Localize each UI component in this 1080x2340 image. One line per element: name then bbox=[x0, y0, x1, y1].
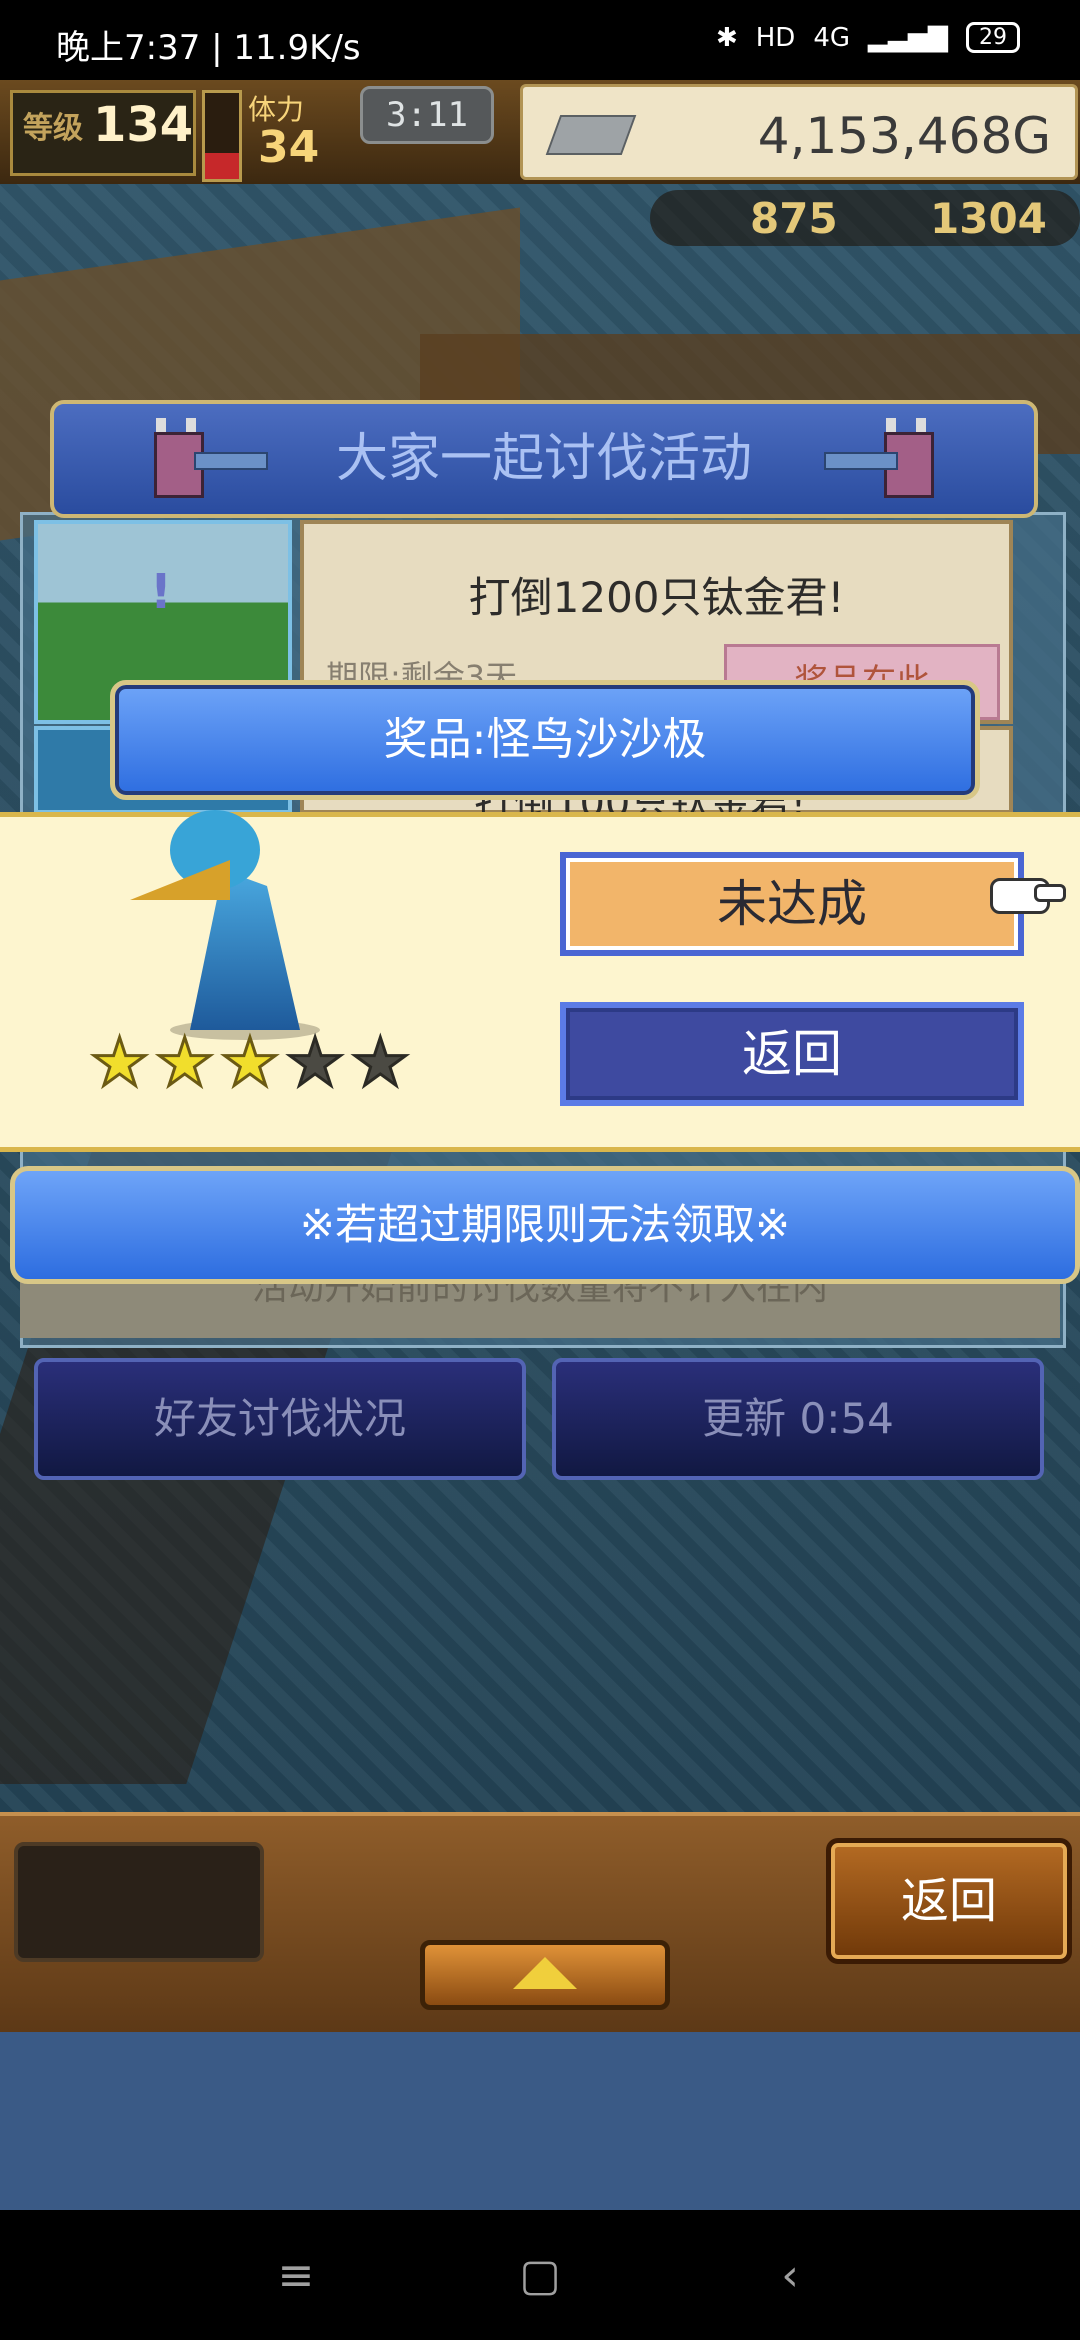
star-filled-icon: ★ bbox=[219, 1024, 281, 1101]
star-empty-icon: ★ bbox=[349, 1024, 411, 1101]
stamina-gauge bbox=[202, 90, 242, 182]
battery-icon: 29 bbox=[966, 22, 1020, 53]
knight-icon-right bbox=[824, 412, 954, 502]
home-icon[interactable]: ▢ bbox=[510, 2250, 570, 2301]
event-title-banner: 大家一起讨伐活动 bbox=[50, 400, 1038, 518]
reward-title-banner: 奖品:怪鸟沙沙极 bbox=[110, 680, 980, 800]
not-achieved-button[interactable]: 未达成 bbox=[560, 852, 1024, 956]
signal-icon: ▂▃▅▇ bbox=[868, 22, 948, 53]
arrow-up-icon bbox=[513, 1957, 577, 1989]
expand-up-button[interactable] bbox=[420, 1940, 670, 2010]
hd-icon: HD bbox=[755, 22, 796, 53]
level-label: 等级 bbox=[23, 111, 83, 146]
gold-bar-icon bbox=[545, 115, 637, 155]
pointer-hand-icon bbox=[990, 870, 1066, 920]
deadline-notice: ※若超过期限则无法领取※ bbox=[299, 1200, 791, 1249]
status-bar: 晚上7:37 | 11.9K/s ✱ HD 4G ▂▃▅▇ 29 bbox=[0, 0, 1080, 80]
back-icon[interactable]: ‹ bbox=[760, 2250, 820, 2301]
stamina-fill bbox=[205, 153, 239, 179]
exclaim-icon: ! bbox=[150, 564, 172, 620]
status-time-speed: 晚上7:37 | 11.9K/s bbox=[56, 28, 361, 68]
event-title: 大家一起讨伐活动 bbox=[335, 429, 752, 489]
menu-icon[interactable]: ≡ bbox=[266, 2250, 326, 2301]
stamina-timer: 3:11 bbox=[360, 86, 494, 144]
blank-area bbox=[0, 2032, 1080, 2210]
friends-status-button[interactable]: 好友讨伐状况 bbox=[34, 1358, 526, 1480]
system-nav-bar: ≡ ▢ ‹ bbox=[0, 2210, 1080, 2340]
gold-box: 4,153,468G bbox=[520, 84, 1078, 180]
empty-slot bbox=[14, 1842, 264, 1962]
stamina-box: 体力 34 bbox=[244, 88, 354, 173]
bottom-back-button[interactable]: 返回 bbox=[826, 1838, 1072, 1964]
status-icons: ✱ HD 4G ▂▃▅▇ 29 bbox=[716, 22, 1020, 53]
meat-count: 875 bbox=[750, 194, 838, 243]
reward-title: 奖品:怪鸟沙沙极 bbox=[383, 714, 707, 765]
network-label: 4G bbox=[813, 22, 851, 53]
popup-back-button[interactable]: 返回 bbox=[560, 1002, 1024, 1106]
star-filled-icon: ★ bbox=[88, 1024, 150, 1101]
knight-icon-left bbox=[134, 412, 268, 502]
star-empty-icon: ★ bbox=[284, 1024, 346, 1101]
resource-bar: 875 1304 bbox=[650, 190, 1080, 246]
level-value: 134 bbox=[93, 97, 194, 153]
deadline-notice-banner: ※若超过期限则无法领取※ bbox=[10, 1166, 1080, 1284]
monster-bird-icon bbox=[130, 800, 330, 1040]
gold-value: 4,153,468G bbox=[757, 107, 1051, 165]
coin-count: 1304 bbox=[930, 194, 1047, 243]
rarity-stars: ★ ★ ★ ★ ★ bbox=[88, 1024, 411, 1101]
stamina-value: 34 bbox=[258, 122, 320, 173]
level-box: 等级 134 bbox=[10, 90, 196, 176]
mission-title: 打倒1200只钛金君! bbox=[468, 573, 845, 622]
refresh-button[interactable]: 更新 0:54 bbox=[552, 1358, 1044, 1480]
game-hud: 等级 134 体力 34 3:11 4,153,468G bbox=[0, 80, 1080, 188]
bluetooth-icon: ✱ bbox=[715, 22, 738, 53]
star-filled-icon: ★ bbox=[154, 1024, 216, 1101]
